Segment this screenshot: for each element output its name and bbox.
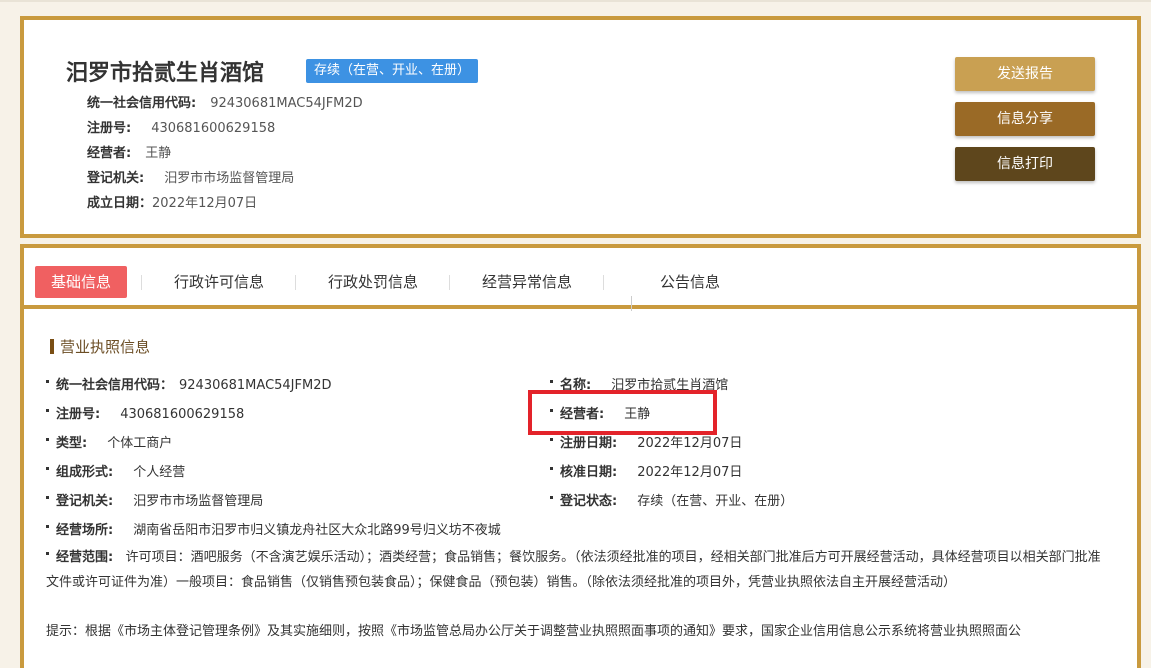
detail-card: 基础信息 行政许可信息 行政处罚信息 经营异常信息 公告信息 营业执照信息 统一…: [20, 244, 1141, 668]
field-value: 430681600629158: [151, 121, 276, 136]
field-value: 430681600629158: [120, 407, 245, 422]
field-label: 注册号:: [56, 407, 101, 422]
field-value: 92430681MAC54JFM2D: [210, 96, 363, 111]
field-value: 汨罗市市场监督管理局: [164, 171, 295, 186]
share-info-button[interactable]: 信息分享: [955, 102, 1095, 136]
field-value: 个人经营: [133, 465, 186, 480]
top-divider: [0, 0, 1151, 2]
field-value: 个体工商户: [107, 436, 173, 451]
field-value: 王静: [145, 146, 172, 161]
section-title-text: 营业执照信息: [60, 338, 151, 356]
field-label: 注册日期:: [560, 436, 618, 451]
header-field-reg-number: 注册号: 430681600629158: [87, 117, 275, 136]
field-value: 汨罗市市场监督管理局: [133, 494, 264, 509]
field-label: 统一社会信用代码：: [56, 378, 174, 393]
operator-highlight-box: [528, 390, 717, 435]
business-scope: 经营范围: 许可项目：酒吧服务（不含演艺娱乐活动）；酒类经营；食品销售；餐饮服务…: [46, 545, 1106, 595]
tab-announcements[interactable]: 公告信息: [660, 266, 720, 298]
field-label: 登记状态:: [560, 494, 618, 509]
section-title: 营业执照信息: [50, 336, 150, 357]
field-label: 经营者:: [87, 146, 132, 161]
bullet-icon: [550, 496, 553, 499]
bullet-icon: [46, 409, 49, 412]
field-value: 92430681MAC54JFM2D: [179, 378, 332, 393]
header-field-founded: 成立日期：2022年12月07日: [87, 192, 257, 211]
section-marker: [50, 339, 54, 354]
bullet-icon: [46, 496, 49, 499]
field-label: 经营场所:: [56, 523, 114, 538]
header-field-credit-code: 统一社会信用代码: 92430681MAC54JFM2D: [87, 92, 363, 111]
tab-basic-info[interactable]: 基础信息: [35, 266, 128, 298]
field-label: 类型:: [56, 436, 88, 451]
bullet-icon: [46, 467, 49, 470]
bullet-icon: [46, 438, 49, 441]
field-label: 注册号:: [87, 121, 132, 136]
field-value: 2022年12月07日: [637, 465, 743, 480]
field-value: 2022年12月07日: [637, 436, 743, 451]
company-header-card: 汨罗市拾贰生肖酒馆 存续（在营、开业、在册） 统一社会信用代码: 92430681…: [20, 16, 1141, 238]
company-name: 汨罗市拾贰生肖酒馆: [66, 61, 265, 86]
field-reg-number: 注册号: 430681600629158: [46, 403, 244, 422]
field-value: 2022年12月07日: [152, 196, 258, 211]
field-approval-date: 核准日期: 2022年12月07日: [550, 461, 742, 480]
tab-divider: [449, 275, 450, 290]
field-premises: 经营场所: 湖南省岳阳市汨罗市归义镇龙舟社区大众北路99号归义坊不夜城: [46, 519, 501, 538]
send-report-button[interactable]: 发送报告: [955, 57, 1095, 91]
bullet-icon: [46, 525, 49, 528]
tab-admin-penalty[interactable]: 行政处罚信息: [328, 266, 418, 298]
field-value: 存续（在营、开业、在册）: [637, 494, 794, 509]
field-value: 许可项目：酒吧服务（不含演艺娱乐活动）；酒类经营；食品销售；餐饮服务。（依法须经…: [46, 550, 1101, 590]
field-label: 登记机关:: [87, 171, 145, 186]
tab-divider: [603, 275, 604, 290]
tab-divider: [141, 275, 142, 290]
bullet-icon: [46, 552, 49, 555]
status-badge: 存续（在营、开业、在册）: [306, 59, 479, 83]
bullet-icon: [550, 380, 553, 383]
header-field-operator: 经营者: 王静: [87, 142, 171, 161]
tab-divider: [295, 275, 296, 290]
field-reg-status: 登记状态: 存续（在营、开业、在册）: [550, 490, 793, 509]
field-label: 登记机关:: [56, 494, 114, 509]
field-label: 核准日期:: [560, 465, 618, 480]
field-credit-code: 统一社会信用代码： 92430681MAC54JFM2D: [46, 374, 332, 393]
field-value: 湖南省岳阳市汨罗市归义镇龙舟社区大众北路99号归义坊不夜城: [133, 523, 501, 538]
tab-admin-license[interactable]: 行政许可信息: [174, 266, 264, 298]
field-label: 统一社会信用代码:: [87, 96, 197, 111]
field-label: 成立日期：: [87, 196, 153, 211]
field-label: 组成形式:: [56, 465, 114, 480]
bullet-icon: [550, 467, 553, 470]
tab-bar: 基础信息 行政许可信息 行政处罚信息 经营异常信息 公告信息: [24, 248, 1137, 311]
tab-divider: [631, 296, 632, 311]
field-type: 类型: 个体工商户: [46, 432, 172, 451]
field-label: 经营范围:: [56, 550, 114, 565]
bullet-icon: [46, 380, 49, 383]
notice-text: 提示：根据《市场主体登记管理条例》及其实施细则，按照《市场监管总局办公厅关于调整…: [46, 624, 1022, 639]
header-field-authority: 登记机关: 汨罗市市场监督管理局: [87, 167, 294, 186]
tab-abnormal-operation[interactable]: 经营异常信息: [482, 266, 572, 298]
bullet-icon: [550, 438, 553, 441]
field-authority: 登记机关: 汨罗市市场监督管理局: [46, 490, 263, 509]
print-info-button[interactable]: 信息打印: [955, 147, 1095, 181]
field-form: 组成形式: 个人经营: [46, 461, 185, 480]
